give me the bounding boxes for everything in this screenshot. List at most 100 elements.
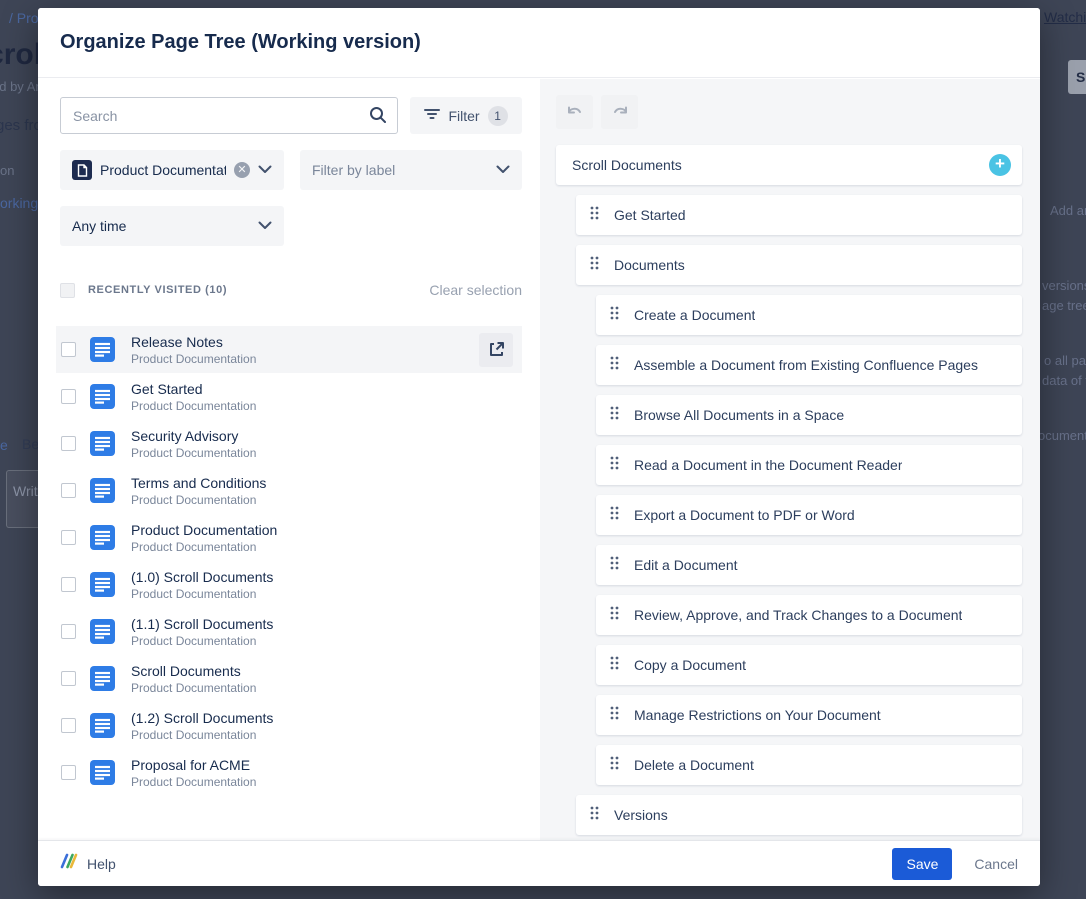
chevron-down-icon [258,217,272,235]
page-tree: Get Started Documents Create a Document … [556,195,1022,835]
help-label: Help [87,856,116,872]
tree-item[interactable]: Copy a Document [596,645,1022,685]
row-checkbox[interactable] [61,436,76,451]
page-title: (1.0) Scroll Documents [131,568,273,586]
clear-selection-link[interactable]: Clear selection [429,282,522,298]
row-checkbox[interactable] [61,671,76,686]
tree-item[interactable]: Review, Approve, and Track Changes to a … [596,595,1022,635]
recently-visited-list: Release Notes Product Documentation Get … [60,326,522,796]
organize-page-tree-dialog: Organize Page Tree (Working version) [38,8,1040,886]
page-space: Product Documentation [131,680,256,696]
bg-text-fragment: Add an [1050,203,1086,218]
list-item[interactable]: (1.0) Scroll Documents Product Documenta… [56,561,522,608]
tree-item[interactable]: Browse All Documents in a Space [596,395,1022,435]
save-button[interactable]: Save [892,848,952,880]
row-checkbox[interactable] [61,765,76,780]
drag-handle-icon[interactable] [610,506,619,525]
drag-handle-icon[interactable] [610,706,619,725]
clear-space-filter-icon[interactable]: ✕ [234,162,250,178]
drag-handle-icon[interactable] [590,806,599,825]
undo-button[interactable] [556,95,593,129]
row-checkbox[interactable] [61,389,76,404]
add-page-button[interactable]: + [989,154,1011,176]
tree-item[interactable]: Versions [576,795,1022,835]
screen: / Pro Scroll D ed by An ges fro on orkin… [0,0,1086,899]
list-item[interactable]: Scroll Documents Product Documentation [56,655,522,702]
page-icon [90,525,115,550]
tree-item[interactable]: Delete a Document [596,745,1022,785]
results-header: RECENTLY VISITED (10) Clear selection [60,282,522,298]
time-filter-value: Any time [72,218,250,234]
tree-item[interactable]: Assemble a Document from Existing Conflu… [596,345,1022,385]
label-filter-dropdown[interactable]: Filter by label [300,150,522,190]
drag-handle-icon[interactable] [610,356,619,375]
list-item[interactable]: Get Started Product Documentation [56,373,522,420]
drag-handle-icon[interactable] [590,206,599,225]
help-link[interactable]: Help [60,853,116,874]
page-icon [90,337,115,362]
page-title: (1.2) Scroll Documents [131,709,273,727]
row-checkbox[interactable] [61,577,76,592]
drag-handle-icon[interactable] [610,456,619,475]
redo-button[interactable] [601,95,638,129]
drag-handle-icon[interactable] [610,306,619,325]
drag-handle-icon[interactable] [610,756,619,775]
select-all-checkbox[interactable] [60,283,75,298]
page-icon [90,384,115,409]
space-avatar-icon [72,160,92,180]
tree-item-label: Assemble a Document from Existing Conflu… [634,357,978,373]
list-item[interactable]: Release Notes Product Documentation [56,326,522,373]
cancel-button[interactable]: Cancel [974,856,1018,872]
tree-item[interactable]: Export a Document to PDF or Word [596,495,1022,535]
tree-item-label: Export a Document to PDF or Word [634,507,855,523]
bg-text-fragment: versions [1042,278,1086,293]
bg-text-fragment: age tree [1042,298,1086,313]
dialog-footer: Help Save Cancel [38,840,1040,886]
filter-button[interactable]: Filter 1 [410,97,522,134]
row-checkbox[interactable] [61,530,76,545]
search-input[interactable] [60,97,398,134]
tree-item-label: Read a Document in the Document Reader [634,457,902,473]
space-filter-value: Product Documentat [100,162,226,178]
tree-item[interactable]: Manage Restrictions on Your Document [596,695,1022,735]
drag-handle-icon[interactable] [590,256,599,275]
list-item[interactable]: Security Advisory Product Documentation [56,420,522,467]
row-checkbox[interactable] [61,624,76,639]
tree-item[interactable]: Create a Document [596,295,1022,335]
list-item[interactable]: (1.2) Scroll Documents Product Documenta… [56,702,522,749]
list-item[interactable]: Product Documentation Product Documentat… [56,514,522,561]
tree-item[interactable]: Get Started [576,195,1022,235]
space-filter-dropdown[interactable]: Product Documentat ✕ [60,150,284,190]
drag-handle-icon[interactable] [610,656,619,675]
drag-handle-icon[interactable] [610,556,619,575]
page-space: Product Documentation [131,351,256,367]
row-checkbox[interactable] [61,342,76,357]
page-icon [90,572,115,597]
tree-item[interactable]: Edit a Document [596,545,1022,585]
page-icon [90,431,115,456]
bg-share-button: S [1068,60,1086,94]
page-icon [90,760,115,785]
dialog-header: Organize Page Tree (Working version) [38,8,1040,78]
bg-breadcrumb: / Pro [9,10,39,26]
list-item[interactable]: (1.1) Scroll Documents Product Documenta… [56,608,522,655]
page-title: Proposal for ACME [131,756,256,774]
page-space: Product Documentation [131,586,273,602]
time-filter-dropdown[interactable]: Any time [60,206,284,246]
open-page-button[interactable] [479,333,513,367]
tree-item[interactable]: Read a Document in the Document Reader [596,445,1022,485]
page-title: (1.1) Scroll Documents [131,615,273,633]
list-item[interactable]: Proposal for ACME Product Documentation [56,749,522,796]
tree-root-row[interactable]: Scroll Documents + [556,145,1022,185]
row-checkbox[interactable] [61,718,76,733]
tree-item-label: Get Started [614,207,686,223]
tree-item-label: Delete a Document [634,757,754,773]
bg-text-fragment: ges fro [0,117,42,134]
drag-handle-icon[interactable] [610,606,619,625]
filter-label: Filter [448,108,479,124]
row-checkbox[interactable] [61,483,76,498]
list-item[interactable]: Terms and Conditions Product Documentati… [56,467,522,514]
page-space: Product Documentation [131,633,273,649]
tree-item[interactable]: Documents [576,245,1022,285]
drag-handle-icon[interactable] [610,406,619,425]
